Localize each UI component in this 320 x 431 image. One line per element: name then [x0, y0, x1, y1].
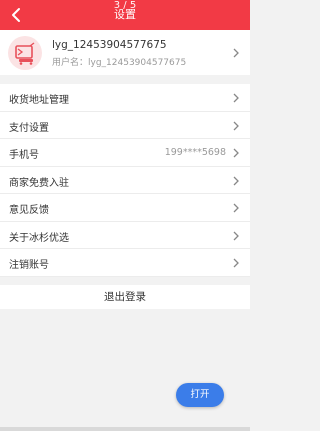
avatar	[8, 36, 42, 70]
settings-item-label: 手机号	[9, 150, 39, 161]
settings-item-label: 商家免费入驻	[9, 177, 69, 189]
logout-button[interactable]: 退出登录	[0, 285, 250, 309]
phone-number-value: 199****5698	[164, 147, 226, 158]
chevron-right-icon	[233, 258, 239, 268]
chevron-right-icon	[233, 231, 239, 240]
profile-username: 用户名：lyg_12453904577675	[52, 58, 187, 68]
open-button[interactable]: 打开	[176, 383, 224, 407]
settings-item-payment[interactable]: 支付设置	[0, 111, 250, 139]
settings-item-address[interactable]: 收货地址管理	[0, 84, 250, 112]
settings-item-label: 支付设置	[9, 122, 49, 134]
settings-item-feedback[interactable]: 意见反馈	[0, 194, 250, 222]
settings-item-phone[interactable]: 手机号 199****5698	[0, 139, 250, 167]
settings-item-label: 意见反馈	[9, 205, 49, 216]
settings-list: 收货地址管理 支付设置 手机号 199****5698 商家免费入驻 意见反馈 …	[0, 84, 250, 277]
profile-card[interactable]: lyg_12453904577675 用户名：lyg_1245390457767…	[0, 30, 250, 75]
profile-name: lyg_12453904577675	[52, 39, 167, 51]
page-title: 设置	[114, 8, 136, 21]
settings-item-about[interactable]: 关于冰杉优选	[0, 221, 250, 249]
settings-item-delete-account[interactable]: 注销账号	[0, 249, 250, 277]
settings-item-label: 关于冰杉优选	[9, 232, 69, 244]
settings-item-label: 注销账号	[9, 260, 49, 271]
bottom-strip	[0, 427, 250, 431]
chevron-right-icon	[233, 48, 239, 58]
chevron-right-icon	[233, 93, 239, 103]
header-bar: 3 / 5 设置	[0, 0, 250, 30]
settings-item-merchant[interactable]: 商家免费入驻	[0, 166, 250, 194]
chevron-right-icon	[233, 121, 239, 130]
shop-cart-avatar-icon	[8, 36, 42, 70]
settings-item-label: 收货地址管理	[9, 95, 69, 106]
chevron-right-icon	[233, 176, 239, 185]
chevron-right-icon	[233, 148, 239, 158]
chevron-right-icon	[233, 203, 239, 213]
